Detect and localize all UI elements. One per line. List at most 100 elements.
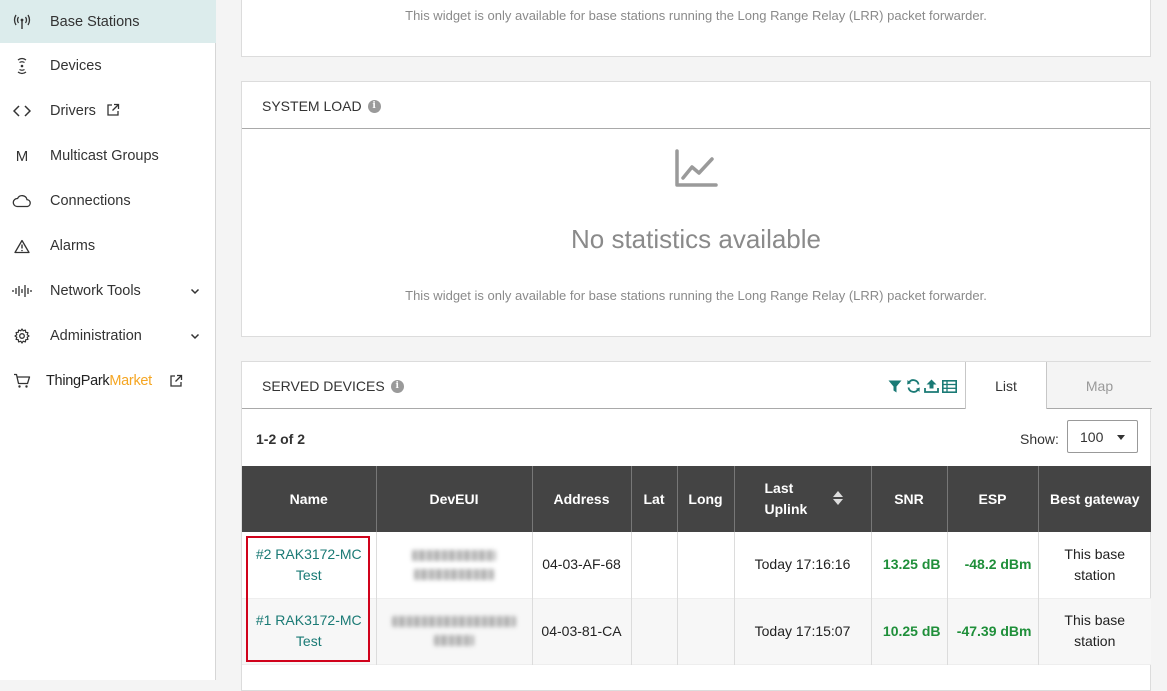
sidebar-item-label: Alarms: [50, 238, 96, 254]
page-size-value: 100: [1080, 428, 1104, 445]
antenna-icon: [12, 12, 32, 32]
refresh-icon[interactable]: [905, 378, 921, 394]
sidebar-item-label-wrap: Drivers: [50, 103, 120, 119]
sidebar-item-label: Connections: [50, 193, 131, 209]
chevron-down-icon[interactable]: [189, 330, 201, 342]
multicast-m-icon: M: [15, 147, 29, 165]
warning-triangle-icon: [12, 236, 32, 256]
long-cell: [677, 532, 735, 598]
sidebar-item-thingpark-market[interactable]: ThingPark Market: [0, 359, 216, 403]
best-gateway-cell: This base station: [1038, 598, 1151, 664]
last-uplink-cell: Today 17:15:07: [734, 598, 872, 664]
sidebar-item-drivers[interactable]: Drivers: [0, 89, 216, 133]
thingpark-market-logo: ThingPark Market: [46, 373, 183, 389]
header-divider: [242, 408, 965, 409]
table-columns-icon[interactable]: [941, 378, 957, 394]
page-size-select[interactable]: 100: [1067, 420, 1138, 453]
lat-cell: [631, 532, 678, 598]
served-devices-header: SERVED DEVICES i List Map: [242, 362, 1152, 409]
external-link-icon: [106, 103, 120, 117]
column-header-label: Last Uplink: [764, 480, 808, 517]
market-brand-part1: ThingPark: [46, 373, 110, 389]
device-name-cell: #1 RAK3172-MC Test: [242, 598, 377, 664]
lrr-note: This widget is only available for base s…: [405, 288, 987, 303]
redacted-deveui: [434, 635, 474, 646]
sort-icon[interactable]: [832, 490, 843, 506]
info-icon[interactable]: i: [367, 99, 381, 113]
sidebar-item-alarms[interactable]: Alarms: [0, 224, 216, 268]
table-row[interactable]: #1 RAK3172-MC Test 04-03-81-CA Today 17:…: [242, 598, 1151, 664]
column-header-snr[interactable]: SNR: [871, 466, 948, 532]
long-cell: [677, 598, 735, 664]
external-link-icon: [169, 374, 183, 388]
lrr-note: This widget is only available for base s…: [405, 8, 987, 23]
chevron-down-icon[interactable]: [189, 285, 201, 297]
redacted-deveui: [392, 616, 516, 627]
deveui-cell: [376, 532, 533, 598]
sidebar-item-label: Base Stations: [50, 13, 140, 30]
address-cell: 04-03-AF-68: [532, 532, 632, 598]
address-cell: 04-03-81-CA: [532, 598, 632, 664]
code-icon: [12, 101, 32, 121]
served-devices-table: Name DevEUI Address Lat Long Last Uplink…: [242, 466, 1151, 665]
esp-cell: -48.2 dBm: [947, 532, 1039, 598]
device-signal-icon: [12, 56, 32, 76]
filter-icon[interactable]: [887, 378, 903, 394]
deveui-cell: [376, 598, 533, 664]
sidebar-item-network-tools[interactable]: Network Tools: [0, 269, 216, 313]
device-name-cell: #2 RAK3172-MC Test: [242, 532, 377, 598]
upload-icon[interactable]: [923, 378, 939, 394]
column-header-address[interactable]: Address: [532, 466, 632, 532]
column-header-lat[interactable]: Lat: [631, 466, 678, 532]
system-load-panel: SYSTEM LOAD i No statistics available Th…: [241, 81, 1151, 337]
column-header-name[interactable]: Name: [242, 466, 377, 532]
served-devices-panel: SERVED DEVICES i List Map 1-2 of 2 Show:…: [241, 361, 1152, 691]
result-count: 1-2 of 2: [256, 431, 306, 447]
lat-cell: [631, 598, 678, 664]
panel-title: SYSTEM LOAD i: [262, 98, 381, 114]
esp-cell: -47.39 dBm: [947, 598, 1039, 664]
served-devices-title: SERVED DEVICES: [262, 378, 385, 394]
sidebar-item-label: Administration: [50, 328, 142, 344]
column-header-deveui[interactable]: DevEUI: [376, 466, 533, 532]
panel-title: SERVED DEVICES i: [262, 378, 404, 394]
last-uplink-cell: Today 17:16:16: [734, 532, 872, 598]
sidebar-item-label: Network Tools: [50, 283, 141, 299]
redacted-deveui: [412, 549, 496, 561]
sidebar-item-label: Multicast Groups: [50, 148, 159, 164]
system-load-title: SYSTEM LOAD: [262, 98, 362, 114]
waveform-icon: [12, 281, 32, 301]
main-content: This widget is only available for base s…: [217, 0, 1167, 691]
device-name-link[interactable]: #1 RAK3172-MC Test: [256, 612, 362, 649]
column-header-best-gateway[interactable]: Best gateway: [1038, 466, 1151, 532]
sidebar-item-label: Drivers: [50, 103, 96, 119]
header-divider: [1047, 408, 1152, 409]
table-toolbar: [887, 378, 957, 394]
gear-icon: [12, 326, 32, 346]
info-icon[interactable]: i: [390, 379, 404, 393]
system-load-header: SYSTEM LOAD i: [242, 82, 1150, 129]
caret-down-icon: [1117, 435, 1125, 440]
sidebar-item-connections[interactable]: Connections: [0, 179, 216, 223]
column-header-last-uplink[interactable]: Last Uplink: [734, 466, 872, 532]
column-header-long[interactable]: Long: [677, 466, 735, 532]
empty-state-title: No statistics available: [571, 224, 821, 254]
snr-cell: 13.25 dB: [871, 532, 948, 598]
market-brand-part2: Market: [109, 373, 152, 389]
best-gateway-cell: This base station: [1064, 545, 1126, 583]
tab-list[interactable]: List: [965, 362, 1047, 409]
table-header-row: Name DevEUI Address Lat Long Last Uplink…: [242, 466, 1151, 532]
device-name-link[interactable]: #2 RAK3172-MC Test: [256, 546, 362, 583]
sidebar-item-multicast-groups[interactable]: M Multicast Groups: [0, 134, 216, 178]
sidebar-item-base-stations[interactable]: Base Stations: [0, 0, 216, 43]
table-row[interactable]: #2 RAK3172-MC Test 04-03-AF-68 Today 17:…: [242, 532, 1151, 598]
lrr-widget-panel: This widget is only available for base s…: [241, 0, 1151, 57]
snr-cell: 10.25 dB: [871, 598, 948, 664]
cloud-icon: [12, 191, 32, 211]
column-header-esp[interactable]: ESP: [947, 466, 1039, 532]
sidebar: Base Stations Devices Drivers M Multicas…: [0, 0, 216, 680]
sidebar-item-devices[interactable]: Devices: [0, 44, 216, 88]
tab-map[interactable]: Map: [1047, 362, 1152, 409]
show-label: Show:: [1020, 431, 1059, 447]
sidebar-item-administration[interactable]: Administration: [0, 314, 216, 358]
